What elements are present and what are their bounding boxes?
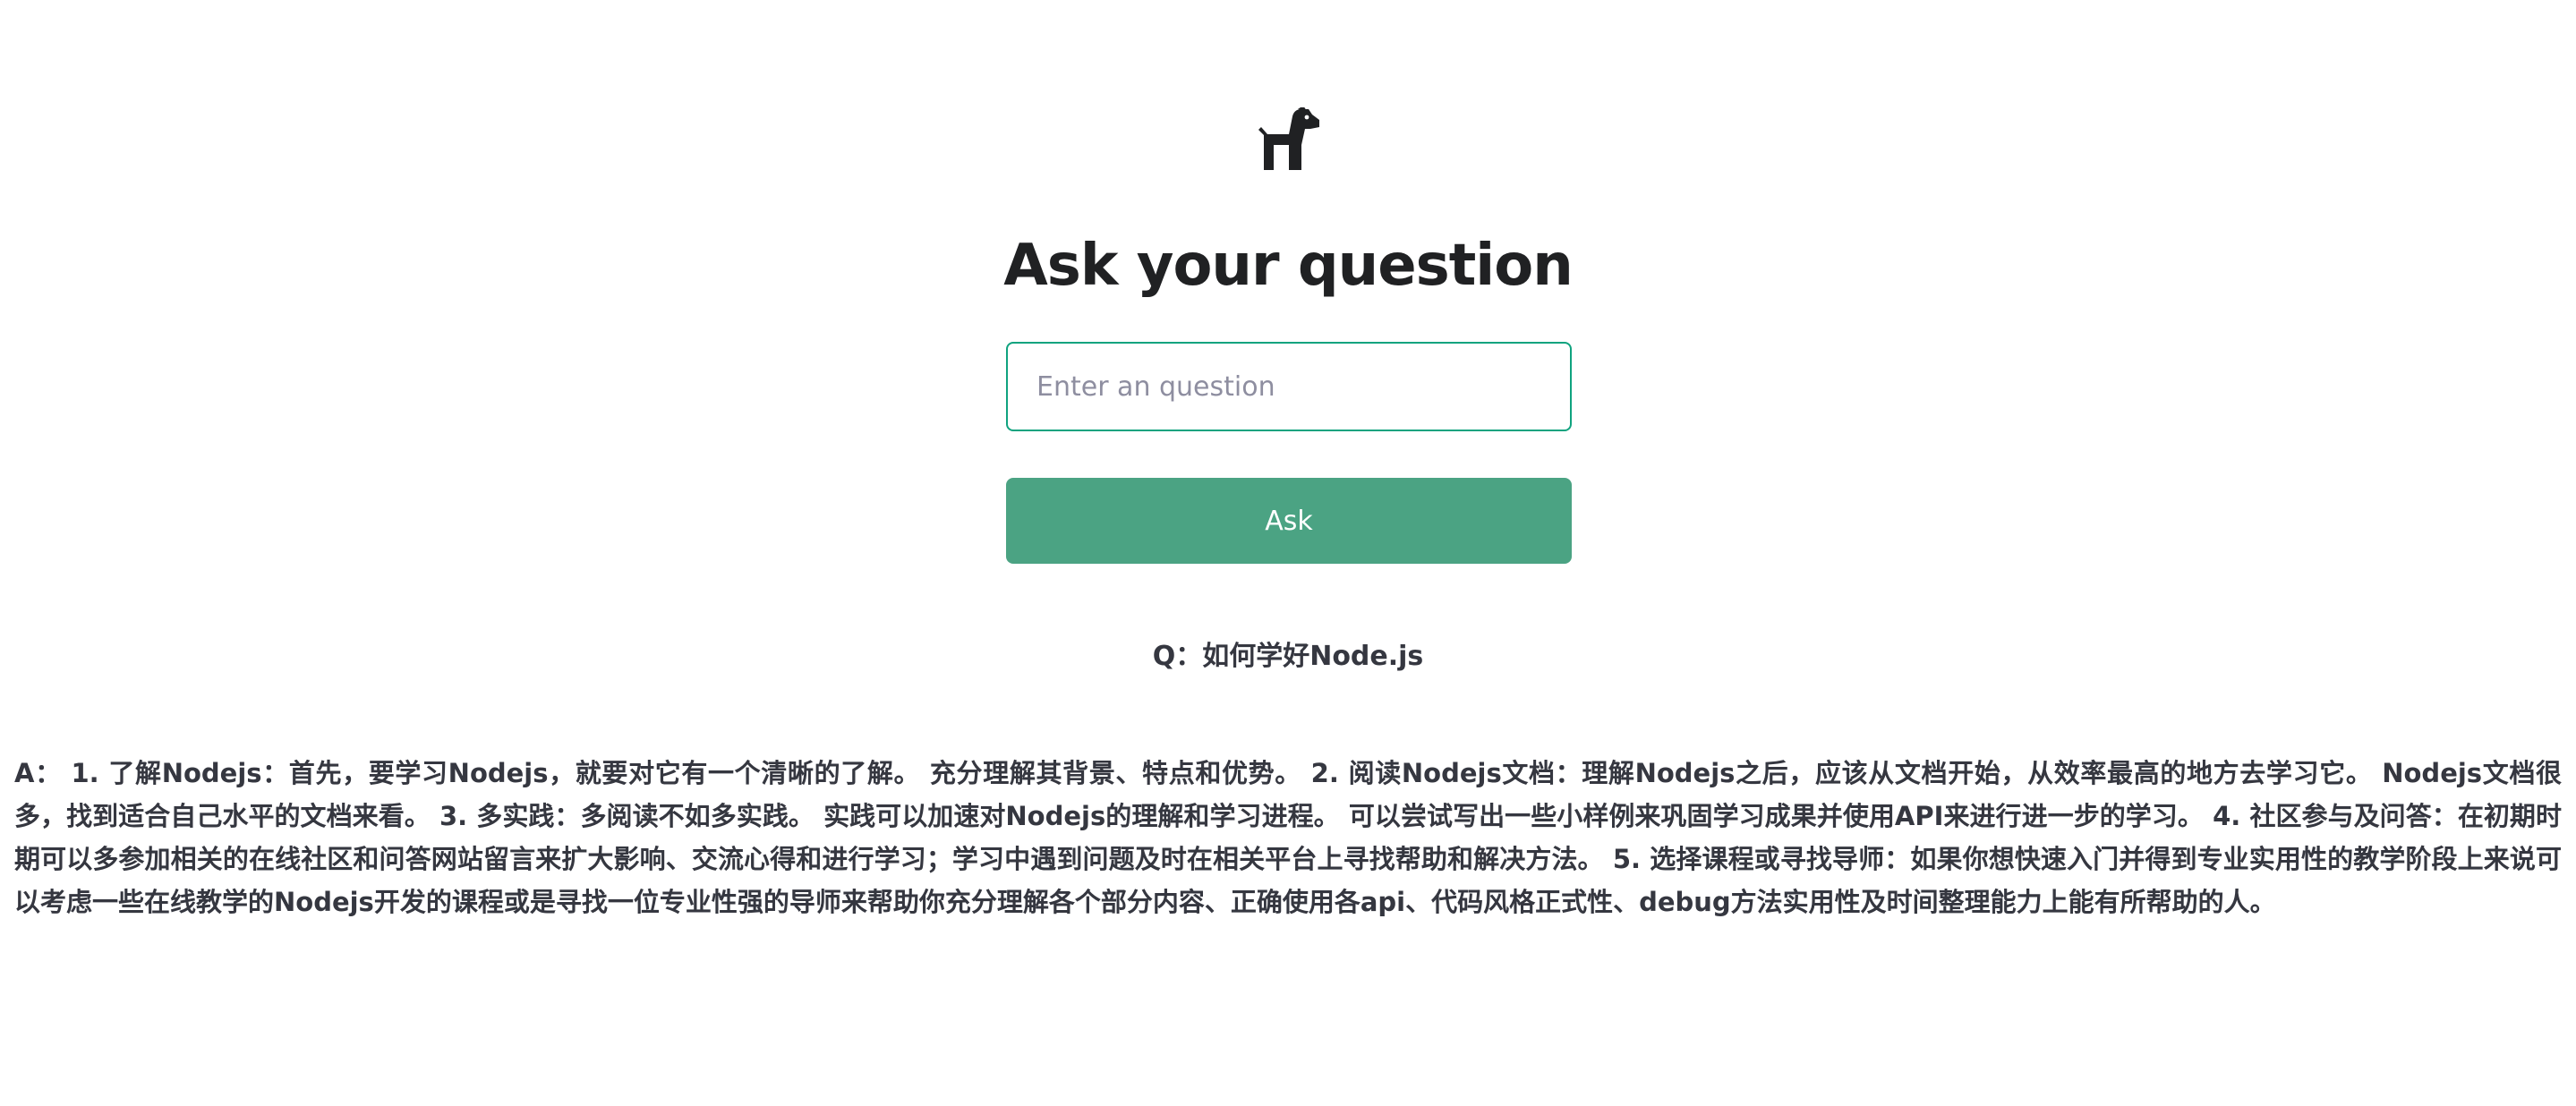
dog-icon: [1258, 107, 1319, 170]
question-input[interactable]: [1006, 342, 1572, 431]
ask-button[interactable]: Ask: [1006, 478, 1572, 564]
question-text: Q：如何学好Node.js: [1152, 641, 1424, 672]
main-content: Ask your question Ask Q：如何学好Node.js A： 1…: [0, 0, 2576, 1106]
answer-text: A： 1. 了解Nodejs：首先，要学习Nodejs，就要对它有一个清晰的了解…: [14, 758, 2562, 917]
page-title: Ask your question: [1003, 232, 1574, 299]
